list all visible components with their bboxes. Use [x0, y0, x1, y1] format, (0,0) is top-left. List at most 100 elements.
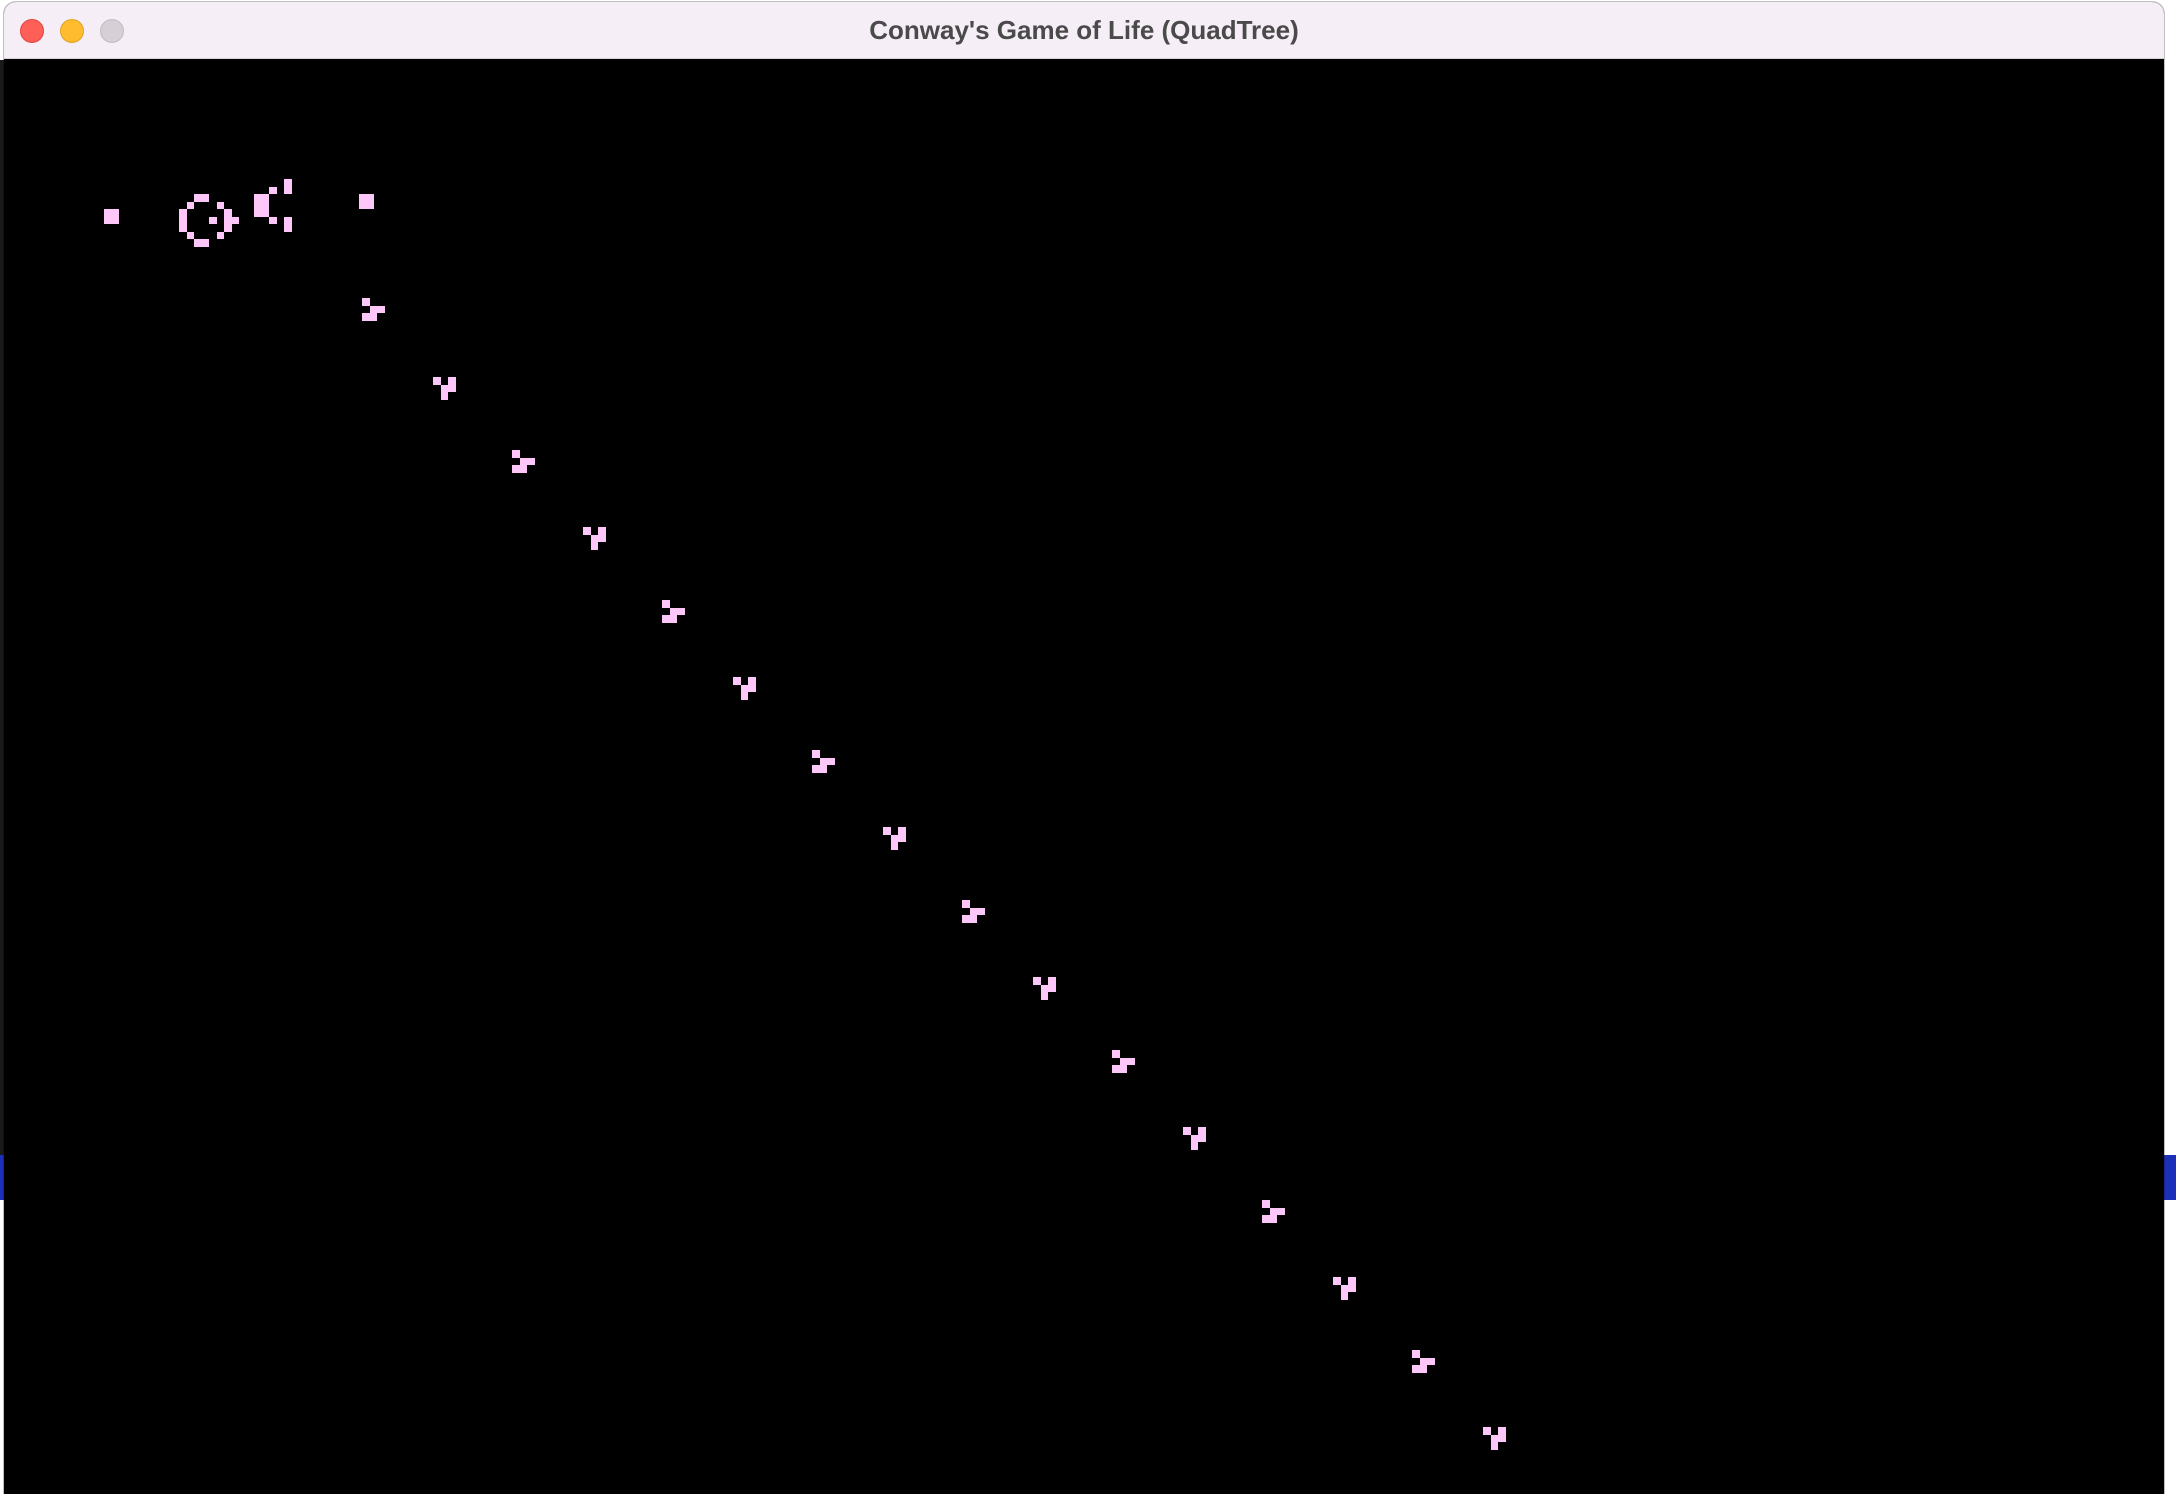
- live-cell: [254, 209, 262, 217]
- live-cell: [1277, 1207, 1285, 1215]
- window-title: Conway's Game of Life (QuadTree): [869, 15, 1299, 45]
- live-cell: [201, 239, 209, 247]
- live-cell: [1048, 984, 1056, 992]
- live-cell: [224, 224, 232, 232]
- live-cell: [1183, 1127, 1191, 1135]
- live-cell: [677, 607, 685, 615]
- live-cell: [1348, 1284, 1356, 1292]
- live-cell: [1412, 1350, 1420, 1358]
- live-cell: [1190, 1134, 1198, 1142]
- live-cell: [179, 224, 187, 232]
- live-cell: [669, 607, 677, 615]
- live-cell: [662, 615, 670, 623]
- live-cell: [284, 224, 292, 232]
- live-cell: [1033, 977, 1041, 985]
- live-cell: [1262, 1200, 1270, 1208]
- live-cell: [1198, 1134, 1206, 1142]
- live-cell: [284, 216, 292, 224]
- live-cell: [512, 450, 520, 458]
- life-board-canvas[interactable]: [4, 59, 2164, 1494]
- live-cell: [812, 750, 820, 758]
- live-cell: [519, 465, 527, 473]
- live-cell: [1348, 1277, 1356, 1285]
- live-cell: [669, 615, 677, 623]
- live-cell: [890, 842, 898, 850]
- live-cell: [269, 186, 277, 194]
- live-cell: [969, 907, 977, 915]
- live-cell: [1112, 1050, 1120, 1058]
- live-cell: [1498, 1434, 1506, 1442]
- live-cell: [819, 757, 827, 765]
- live-cell: [254, 194, 262, 202]
- live-cell: [366, 194, 374, 202]
- live-cell: [969, 915, 977, 923]
- live-cell: [1269, 1215, 1277, 1223]
- live-cell: [216, 231, 224, 239]
- live-cell: [366, 201, 374, 209]
- live-cell: [179, 209, 187, 217]
- live-cell: [1048, 977, 1056, 985]
- live-cell: [1340, 1284, 1348, 1292]
- live-cell: [590, 542, 598, 550]
- live-cell: [359, 194, 367, 202]
- live-cell: [733, 677, 741, 685]
- live-cell: [261, 194, 269, 202]
- live-cell: [1262, 1215, 1270, 1223]
- live-cell: [1340, 1292, 1348, 1300]
- live-cell: [362, 313, 370, 321]
- live-cell: [254, 201, 262, 209]
- live-cell: [890, 834, 898, 842]
- live-cell: [209, 216, 217, 224]
- live-cell: [1498, 1427, 1506, 1435]
- live-cell: [179, 216, 187, 224]
- live-cell: [748, 684, 756, 692]
- live-cell: [519, 457, 527, 465]
- live-cell: [898, 827, 906, 835]
- live-cell: [440, 392, 448, 400]
- live-cell: [261, 201, 269, 209]
- live-cell: [662, 600, 670, 608]
- live-cell: [898, 834, 906, 842]
- live-cell: [1490, 1442, 1498, 1450]
- live-cell: [284, 179, 292, 187]
- live-cell: [1427, 1357, 1435, 1365]
- live-cell: [1412, 1365, 1420, 1373]
- live-cell: [590, 534, 598, 542]
- live-cell: [216, 201, 224, 209]
- live-cell: [186, 231, 194, 239]
- live-cell: [186, 201, 194, 209]
- live-cell: [359, 201, 367, 209]
- live-cell: [883, 827, 891, 835]
- live-cell: [583, 527, 591, 535]
- live-cell: [1127, 1057, 1135, 1065]
- live-cell: [527, 457, 535, 465]
- live-cell: [194, 239, 202, 247]
- live-cell: [962, 915, 970, 923]
- live-cell: [748, 677, 756, 685]
- title-bar[interactable]: Conway's Game of Life (QuadTree): [4, 2, 2164, 59]
- live-cell: [740, 692, 748, 700]
- live-cell: [1490, 1434, 1498, 1442]
- live-cell: [1112, 1065, 1120, 1073]
- live-cell: [111, 209, 119, 217]
- live-cell: [448, 384, 456, 392]
- live-cell: [1419, 1365, 1427, 1373]
- game-window: Conway's Game of Life (QuadTree): [4, 2, 2164, 1494]
- live-cell: [740, 684, 748, 692]
- live-cell: [261, 209, 269, 217]
- live-cell: [377, 305, 385, 313]
- live-cell: [1040, 984, 1048, 992]
- live-cell: [194, 194, 202, 202]
- live-cell: [104, 209, 112, 217]
- live-cell: [1483, 1427, 1491, 1435]
- live-cell: [111, 216, 119, 224]
- live-cell: [1119, 1065, 1127, 1073]
- live-cell: [977, 907, 985, 915]
- live-cell: [224, 216, 232, 224]
- live-cell: [369, 313, 377, 321]
- live-cell: [962, 900, 970, 908]
- live-cell: [269, 216, 277, 224]
- live-cell: [362, 298, 370, 306]
- live-cell: [284, 186, 292, 194]
- live-cell: [1269, 1207, 1277, 1215]
